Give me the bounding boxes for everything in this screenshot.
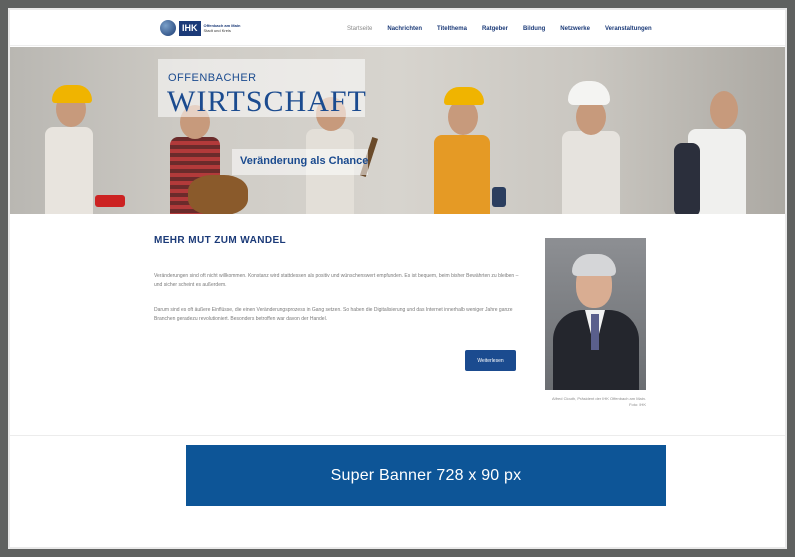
portrait-hair bbox=[572, 254, 616, 276]
nav-item-ratgeber[interactable]: Ratgeber bbox=[482, 26, 508, 32]
super-banner-ad[interactable]: Super Banner 728 x 90 px bbox=[186, 445, 666, 506]
president-portrait-photo bbox=[545, 238, 646, 390]
ihk-logo[interactable]: IHK Offenbach am Main Stadt und Kreis bbox=[160, 18, 240, 38]
read-more-button[interactable]: Weiterlesen bbox=[465, 350, 516, 371]
logo-line2: Stadt und Kreis bbox=[203, 28, 231, 33]
nav-item-startseite[interactable]: Startseite bbox=[347, 26, 372, 32]
logo-emblem-icon bbox=[160, 20, 176, 36]
logo-badge: IHK bbox=[179, 20, 201, 36]
logo-text: Offenbach am Main Stadt und Kreis bbox=[204, 23, 241, 33]
main-nav: Startseite Nachrichten Titelthema Ratgeb… bbox=[347, 26, 652, 32]
portrait-tie bbox=[591, 314, 599, 350]
nav-item-veranstaltungen[interactable]: Veranstaltungen bbox=[605, 26, 652, 32]
photo-caption: Alfred Clouth, Präsident der IHK Offenba… bbox=[552, 396, 646, 407]
nav-item-titelthema[interactable]: Titelthema bbox=[437, 26, 467, 32]
nav-item-netzwerke[interactable]: Netzwerke bbox=[560, 26, 590, 32]
nav-item-bildung[interactable]: Bildung bbox=[523, 26, 545, 32]
hero-title-big: WIRTSCHAFT bbox=[167, 85, 367, 118]
section-divider bbox=[10, 435, 785, 436]
hero-title-small: OFFENBACHER bbox=[168, 72, 257, 84]
nav-item-nachrichten[interactable]: Nachrichten bbox=[387, 26, 422, 32]
hero-subtitle: Veränderung als Chance bbox=[240, 155, 369, 167]
website-screenshot: IHK Offenbach am Main Stadt und Kreis St… bbox=[8, 8, 787, 549]
article-paragraph-2: Darum sind es oft äußere Einflüsse, die … bbox=[154, 307, 513, 322]
article-paragraph-1: Veränderungen sind oft nicht willkommen.… bbox=[154, 273, 519, 288]
hero-banner-image: OFFENBACHER WIRTSCHAFT Veränderung als C… bbox=[10, 47, 785, 214]
site-header: IHK Offenbach am Main Stadt und Kreis St… bbox=[10, 10, 785, 46]
article-heading: MEHR MUT ZUM WANDEL bbox=[154, 235, 287, 246]
